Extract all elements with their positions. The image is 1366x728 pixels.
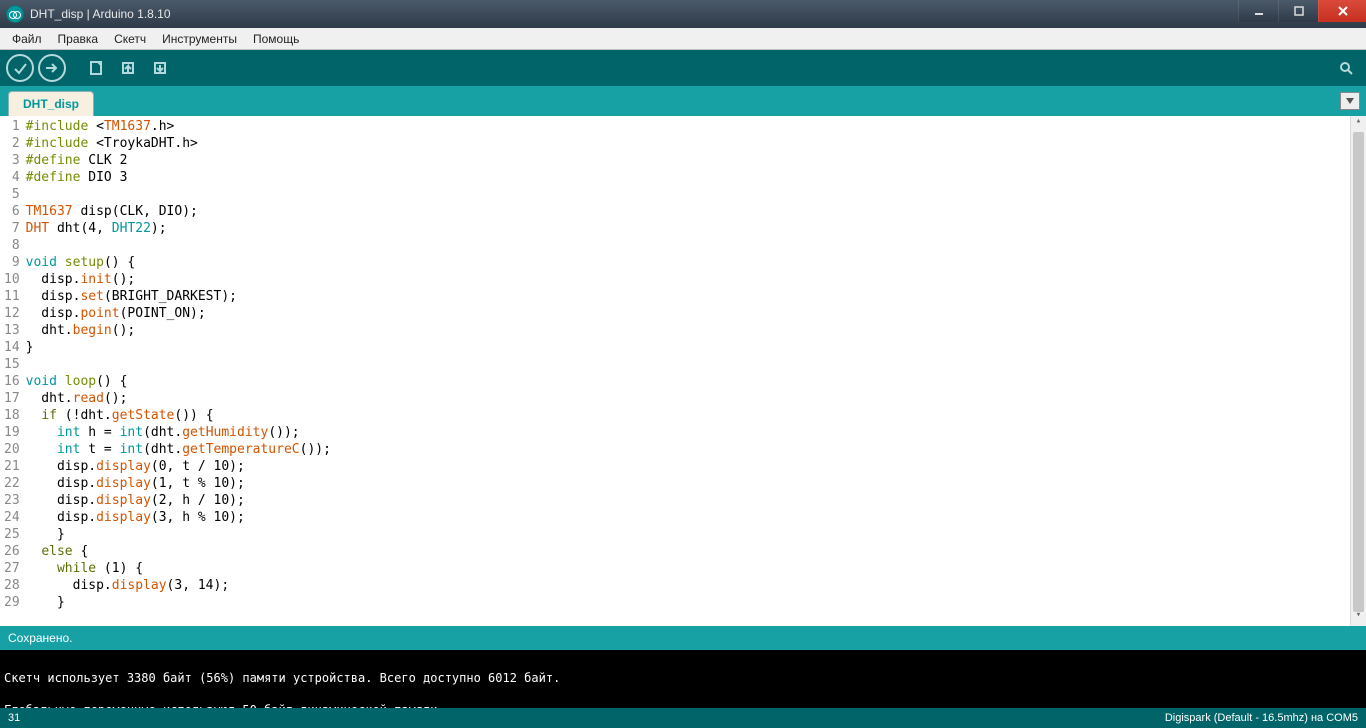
scroll-up-icon[interactable]: ▴ — [1351, 116, 1366, 132]
window-controls — [1238, 0, 1366, 22]
status-strip: Сохранено. — [0, 626, 1366, 650]
menu-help[interactable]: Помощь — [245, 29, 307, 49]
line-gutter: 1234567891011121314151617181920212223242… — [0, 116, 26, 626]
tabbar: DHT_disp — [0, 86, 1366, 116]
upload-button[interactable] — [38, 54, 66, 82]
status-message: Сохранено. — [8, 631, 73, 645]
save-sketch-button[interactable] — [146, 54, 174, 82]
minimize-button[interactable] — [1238, 0, 1278, 22]
serial-monitor-button[interactable] — [1332, 54, 1360, 82]
verify-button[interactable] — [6, 54, 34, 82]
maximize-button[interactable] — [1278, 0, 1318, 22]
scrollbar-thumb[interactable] — [1353, 132, 1364, 612]
window-title: DHT_disp | Arduino 1.8.10 — [30, 7, 171, 21]
output-console[interactable]: Скетч использует 3380 байт (56%) памяти … — [0, 650, 1366, 708]
editor-scrollbar[interactable]: ▴ ▾ — [1350, 116, 1366, 626]
new-sketch-button[interactable] — [82, 54, 110, 82]
tab-dropdown-button[interactable] — [1340, 92, 1360, 110]
menu-tools[interactable]: Инструменты — [154, 29, 245, 49]
scroll-down-icon[interactable]: ▾ — [1351, 610, 1366, 626]
code-area[interactable]: #include <TM1637.h>#include <TroykaDHT.h… — [26, 116, 331, 626]
menu-file[interactable]: Файл — [4, 29, 50, 49]
cursor-line: 31 — [8, 712, 20, 724]
board-info: Digispark (Default - 16.5mhz) на COM5 — [1165, 712, 1358, 724]
open-sketch-button[interactable] — [114, 54, 142, 82]
close-button[interactable] — [1318, 0, 1366, 22]
menu-edit[interactable]: Правка — [50, 29, 107, 49]
toolbar — [0, 50, 1366, 86]
tab-main[interactable]: DHT_disp — [8, 91, 94, 116]
console-line: Скетч использует 3380 байт (56%) памяти … — [4, 670, 1362, 686]
menu-sketch[interactable]: Скетч — [106, 29, 154, 49]
menubar: Файл Правка Скетч Инструменты Помощь — [0, 28, 1366, 50]
code-editor[interactable]: 1234567891011121314151617181920212223242… — [0, 116, 1366, 626]
arduino-logo-icon — [6, 5, 24, 23]
window-titlebar: DHT_disp | Arduino 1.8.10 — [0, 0, 1366, 28]
bottom-bar: 31 Digispark (Default - 16.5mhz) на COM5 — [0, 708, 1366, 728]
